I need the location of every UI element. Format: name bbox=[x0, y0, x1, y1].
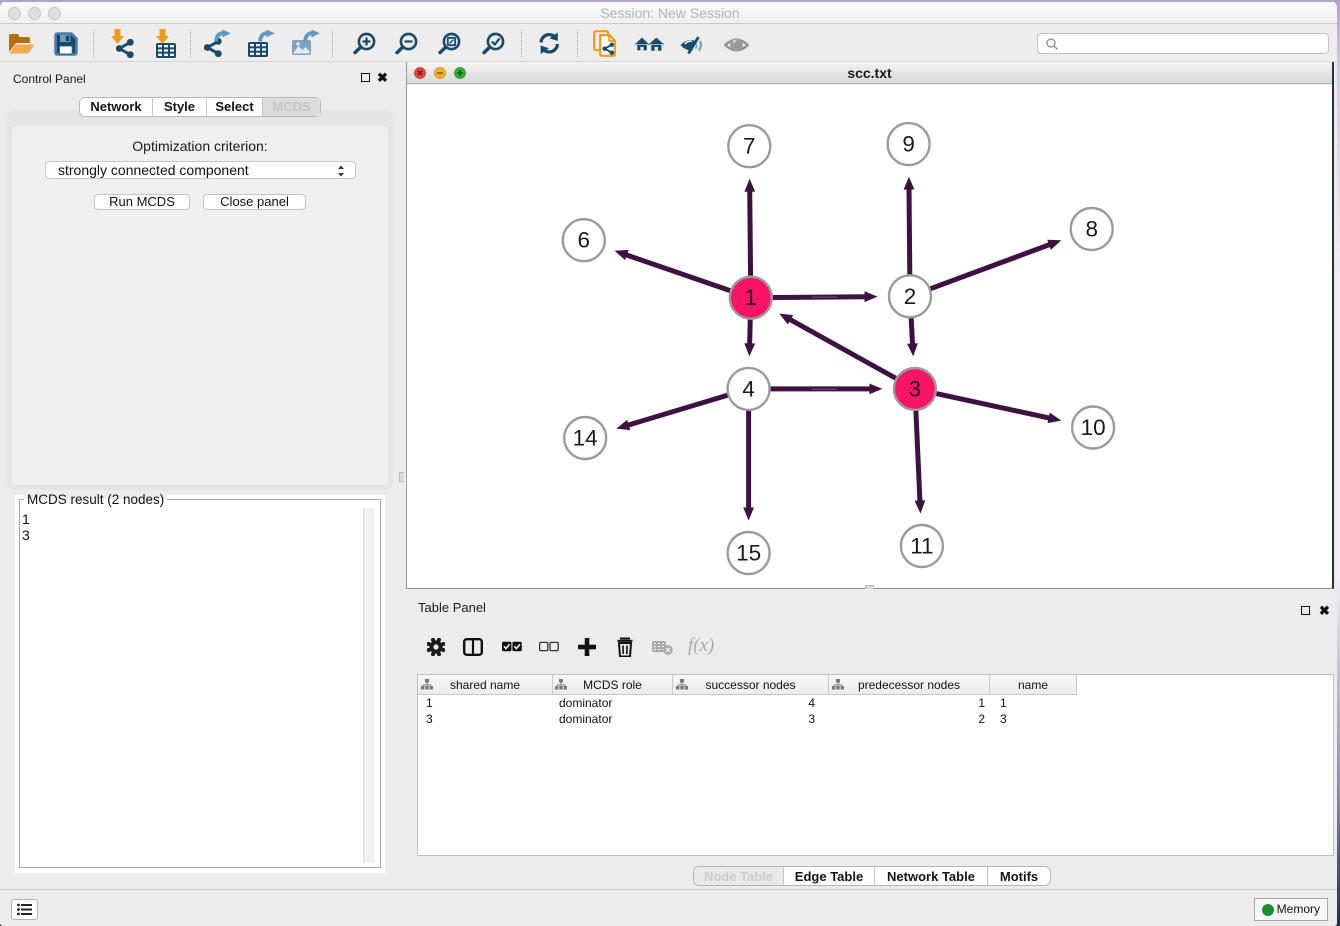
svg-text:3: 3 bbox=[909, 376, 922, 401]
svg-text:6: 6 bbox=[578, 228, 591, 253]
svg-text:11: 11 bbox=[910, 534, 933, 559]
svg-text:14: 14 bbox=[573, 426, 598, 451]
svg-text:4: 4 bbox=[742, 376, 755, 401]
svg-text:9: 9 bbox=[902, 132, 915, 157]
svg-text:15: 15 bbox=[736, 541, 761, 566]
svg-text:2: 2 bbox=[904, 284, 917, 309]
svg-text:7: 7 bbox=[743, 134, 756, 159]
svg-text:8: 8 bbox=[1085, 217, 1098, 242]
svg-text:1: 1 bbox=[745, 285, 758, 310]
svg-text:10: 10 bbox=[1081, 415, 1106, 440]
